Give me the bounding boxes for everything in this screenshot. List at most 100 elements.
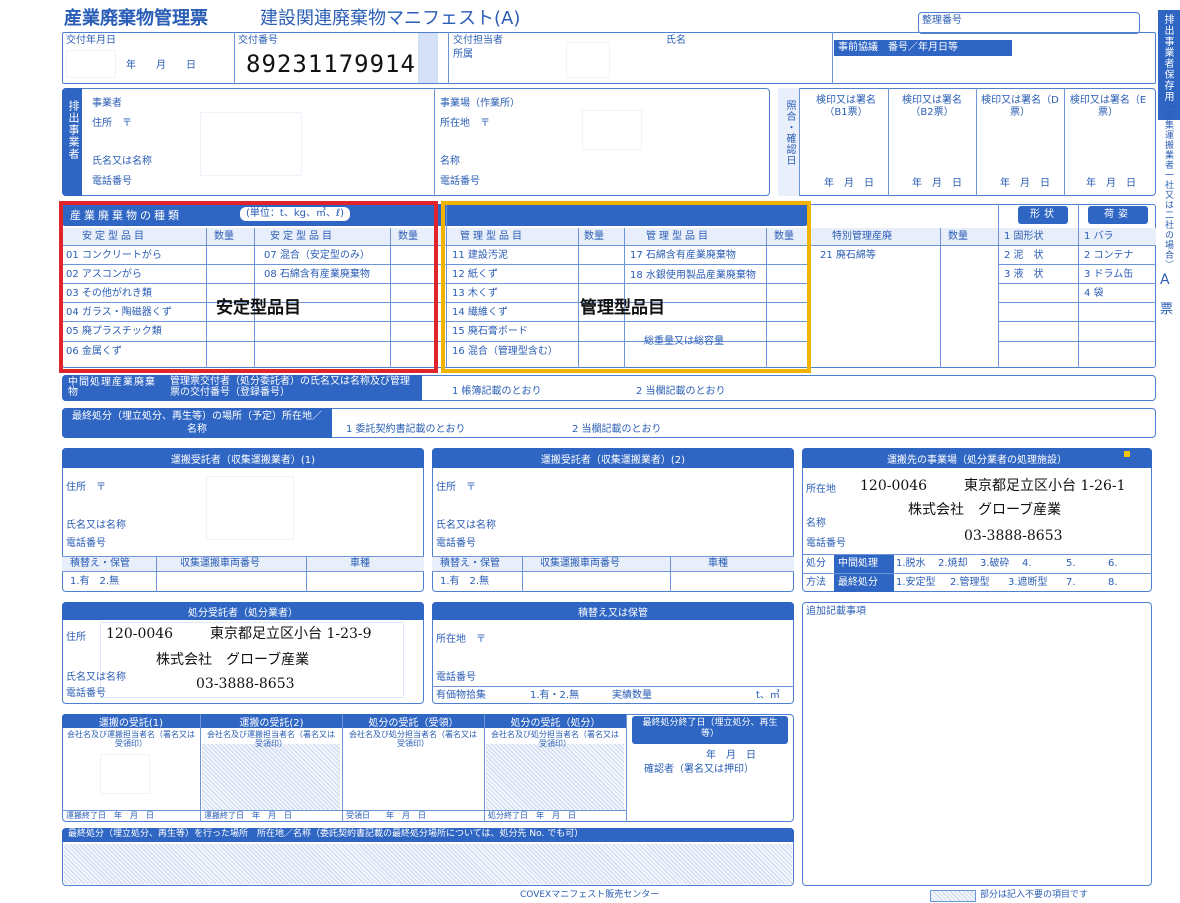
verify-col-e: 検印又は署名（E票） [1069, 95, 1147, 118]
r1-date[interactable]: 運搬終了日 年 月 日 [66, 811, 154, 821]
t2-address-label: 住所 〒 [436, 482, 476, 493]
dest-tel-label: 電話番号 [806, 538, 846, 549]
t1-tel-label: 電話番号 [66, 538, 106, 549]
dest-mid-opt-1[interactable]: 1.脱水 [896, 558, 926, 570]
discharger-address-label: 住所 〒 [92, 118, 132, 129]
disposer-name: 株式会社 グローブ産業 [156, 652, 310, 668]
r2-sub: 会社名及び運搬担当者名（署名又は受領印） [207, 730, 335, 748]
intermediate-opt2[interactable]: 2 当欄記載のとおり [636, 386, 726, 398]
prior-label: 事前協議 番号／年月日等 [838, 42, 958, 53]
storage-unit: t、㎥ [756, 690, 780, 701]
t1-col3: 車種 [350, 558, 370, 569]
highlight-managed [441, 201, 811, 373]
r1-sub: 会社名及び運搬担当者名（署名又は受領印） [67, 730, 195, 748]
dest-method-label-2: 方法 [806, 577, 826, 588]
shape-2[interactable]: 2 泥 状 [1004, 250, 1044, 262]
site-address-label: 所在地 〒 [440, 118, 490, 129]
destination-bar: 運搬先の事業場（処分業者の処理施設） [802, 448, 1152, 468]
dest-mid-opt-4[interactable]: 4. [1022, 558, 1032, 570]
r2-date[interactable]: 運搬終了日 年 月 日 [204, 811, 292, 821]
highlight-stable [59, 201, 438, 373]
side-tab-note: （収集運搬業者一社又は二社の場合） [1163, 100, 1173, 270]
discharger-name-label: 氏名又は名称 [92, 156, 152, 167]
packing-title: 荷姿 [1104, 209, 1132, 220]
r2-title: 運搬の受託(2) [239, 717, 304, 729]
intermediate-opt1[interactable]: 1 帳簿記載のとおり [452, 386, 542, 398]
disposer-postal: 120-0046 [106, 626, 174, 642]
overlay-managed-label: 管理型品目 [580, 298, 665, 318]
dest-mid-opt-2[interactable]: 2.焼却 [938, 558, 968, 570]
t1-mask [206, 476, 294, 540]
storage-title: 積替え又は保管 [578, 607, 648, 619]
packing-3[interactable]: 3 ドラム缶 [1084, 269, 1133, 281]
final-done-label: 最終処分（埋立処分、再生等）を行った場所 所在地／名称（委託契約書記載の最終処分… [68, 829, 584, 839]
col-special: 特別管理産廃 [832, 231, 892, 242]
notes-label: 追加記載事項 [806, 606, 866, 617]
verify-date-b2[interactable]: 年 月 日 [912, 178, 962, 190]
receipt-2-hatch [202, 744, 340, 810]
verify-date-b1[interactable]: 年 月 日 [824, 178, 874, 190]
dest-fin-opt-2[interactable]: 2.管理型 [950, 577, 990, 589]
packing-1[interactable]: 1 バラ [1084, 231, 1114, 243]
verify-col-b1: 検印又は署名（B1票） [816, 95, 876, 118]
r1-title: 運搬の受託(1) [98, 717, 164, 729]
issue-no-shade [418, 33, 438, 83]
r3-date[interactable]: 受領日 年 月 日 [346, 811, 426, 821]
discharger-box [62, 88, 770, 196]
issue-date-mask [66, 50, 116, 78]
t2-opts[interactable]: 1.有 2.無 [440, 576, 489, 588]
r1-mask [100, 754, 150, 794]
verify-date-e[interactable]: 年 月 日 [1086, 178, 1136, 190]
disposer-address: 東京都足立区小台 1-23-9 [210, 626, 372, 642]
r4-title: 処分の受託（処分） [510, 717, 601, 729]
site-tel-label: 電話番号 [440, 176, 480, 187]
final-place-label: 最終処分（埋立処分、再生等）の場所（予定）所在地／名称 [72, 411, 322, 435]
col-qty-5: 数量 [948, 231, 968, 242]
dest-name: 株式会社 グローブ産業 [908, 502, 1062, 518]
t2-tel-label: 電話番号 [436, 538, 476, 549]
shape-3[interactable]: 3 液 状 [1004, 269, 1044, 281]
disposer-address-label: 住所 [66, 632, 86, 643]
dest-fin-opt-7[interactable]: 7. [1066, 577, 1076, 589]
r4-date[interactable]: 処分終了日 年 月 日 [488, 811, 576, 821]
dest-mid-opt-6[interactable]: 6. [1108, 558, 1118, 570]
t2-col2: 収集運搬車両番号 [540, 558, 620, 569]
special-item-21[interactable]: 21 廃石綿等 [820, 250, 876, 262]
dest-fin-opt-1[interactable]: 1.安定型 [896, 577, 936, 589]
transporter2-title: 運搬受託者（収集運搬業者）(2) [540, 454, 686, 466]
storage-valuable-opts[interactable]: 1.有・2.無 [530, 690, 579, 702]
dest-method-label-1: 処分 [806, 558, 826, 569]
verify-date-d[interactable]: 年 月 日 [1000, 178, 1050, 190]
shape-1[interactable]: 1 固形状 [1004, 231, 1044, 243]
final-done-confirm: 確認者（署名又は押印） [644, 764, 754, 775]
dest-fin-opt-3[interactable]: 3.遮断型 [1008, 577, 1048, 589]
final-place-opt1[interactable]: 1 委託契約書記載のとおり [346, 424, 466, 436]
storage-tel-label: 電話番号 [436, 672, 476, 683]
t1-address-label: 住所 〒 [66, 482, 106, 493]
issuer-label: 交付担当者 [453, 35, 503, 46]
packing-2[interactable]: 2 コンテナ [1084, 250, 1134, 262]
t1-opts[interactable]: 1.有 2.無 [70, 576, 119, 588]
t1-name-label: 氏名又は名称 [66, 520, 126, 531]
site-label: 事業場（作業所） [440, 98, 520, 109]
dest-fin-opt-8[interactable]: 8. [1108, 577, 1118, 589]
t2-col1: 積替え・保管 [440, 558, 500, 569]
destination-marker [1124, 451, 1130, 457]
r4-sub: 会社名及び処分担当者名（署名又は受領印） [491, 730, 619, 748]
transporter1-bar: 運搬受託者（収集運搬業者）(1) [62, 448, 424, 468]
dest-mid-opt-5[interactable]: 5. [1066, 558, 1076, 570]
dest-mid-opt-3[interactable]: 3.破砕 [980, 558, 1010, 570]
issue-date-units[interactable]: 年 月 日 [126, 60, 196, 72]
final-place-opt2[interactable]: 2 当欄記載のとおり [572, 424, 662, 436]
issuer-name-label: 氏名 [666, 35, 686, 46]
footer-legend-swatch [930, 890, 976, 902]
packing-4[interactable]: 4 袋 [1084, 288, 1104, 300]
storage-valuable-label: 有価物拾集 [436, 690, 486, 701]
final-done-hatch [64, 844, 792, 884]
notes-box[interactable] [802, 602, 1152, 886]
side-tab-a: A [1160, 272, 1170, 288]
dest-fin-label: 最終処分 [838, 577, 878, 588]
r4-bar: 処分の受託（処分） [485, 714, 626, 729]
r3-title: 処分の受託（受領） [368, 717, 459, 729]
final-done-date[interactable]: 年 月 日 [706, 750, 756, 762]
